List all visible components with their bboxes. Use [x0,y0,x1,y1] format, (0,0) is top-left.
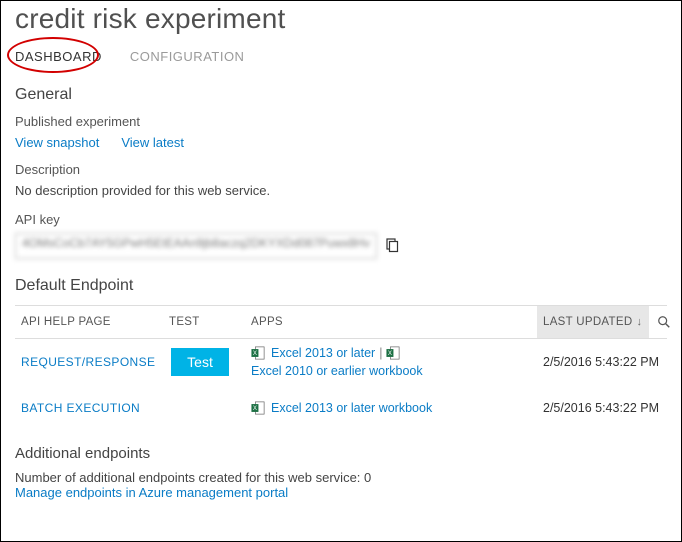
view-latest-link[interactable]: View latest [121,135,184,150]
svg-text:X: X [388,350,392,357]
page-title: credit risk experiment [15,3,667,35]
apps-cell: X Excel 2013 or later | X Excel 2010 or ea… [245,346,537,378]
view-snapshot-link[interactable]: View snapshot [15,135,99,150]
last-updated-value: 2/5/2016 5:43:22 PM [537,355,673,369]
default-endpoint-heading: Default Endpoint [15,277,667,295]
manage-endpoints-link[interactable]: Manage endpoints in Azure management por… [15,485,667,500]
endpoint-table: API HELP PAGE TEST APPS LAST UPDATED ↓ R… [15,305,667,431]
sort-down-icon: ↓ [636,316,642,328]
col-test[interactable]: TEST [163,316,245,328]
test-cell: Test [163,348,245,376]
last-updated-value: 2/5/2016 5:43:22 PM [537,401,673,415]
svg-text:X: X [253,350,257,357]
description-text: No description provided for this web ser… [15,183,667,198]
svg-text:X: X [253,405,257,412]
copy-icon[interactable] [383,237,401,255]
excel-icon: X [251,401,265,415]
published-experiment-label: Published experiment [15,114,667,129]
search-icon[interactable] [649,306,673,338]
additional-endpoints-heading: Additional endpoints [15,445,667,462]
table-row: BATCH EXECUTION X Excel 2013 or later work… [15,385,667,431]
separator: | [379,346,382,360]
col-last-updated-label: LAST UPDATED [543,316,632,328]
test-button[interactable]: Test [171,348,229,376]
excel-icon: X [386,346,400,360]
excel-icon: X [251,346,265,360]
col-apps[interactable]: APPS [245,316,537,328]
col-api-help-page[interactable]: API HELP PAGE [15,316,163,328]
excel-workbook-link[interactable]: Excel 2013 or later [271,346,375,360]
table-row: REQUEST/RESPONSE Test X Excel 2013 or later… [15,339,667,385]
api-key-field[interactable]: 4OMsCoCb7AY5GPwH5EtEAAn9jb8aczq2DKYXDd08… [15,233,377,259]
table-header-row: API HELP PAGE TEST APPS LAST UPDATED ↓ [15,305,667,339]
tab-bar: DASHBOARD CONFIGURATION [15,49,667,64]
additional-endpoints-count: Number of additional endpoints created f… [15,470,667,485]
tab-dashboard[interactable]: DASHBOARD [15,49,102,64]
tab-configuration[interactable]: CONFIGURATION [130,49,245,64]
api-key-label: API key [15,212,667,227]
description-label: Description [15,162,667,177]
apps-cell: X Excel 2013 or later workbook [245,401,537,415]
general-heading: General [15,86,667,104]
excel-workbook-link[interactable]: Excel 2013 or later workbook [271,401,432,415]
api-help-page-link[interactable]: REQUEST/RESPONSE [15,355,163,369]
api-help-page-link[interactable]: BATCH EXECUTION [15,401,163,415]
col-last-updated[interactable]: LAST UPDATED ↓ [537,306,649,338]
excel-workbook-link[interactable]: Excel 2010 or earlier workbook [251,364,423,378]
